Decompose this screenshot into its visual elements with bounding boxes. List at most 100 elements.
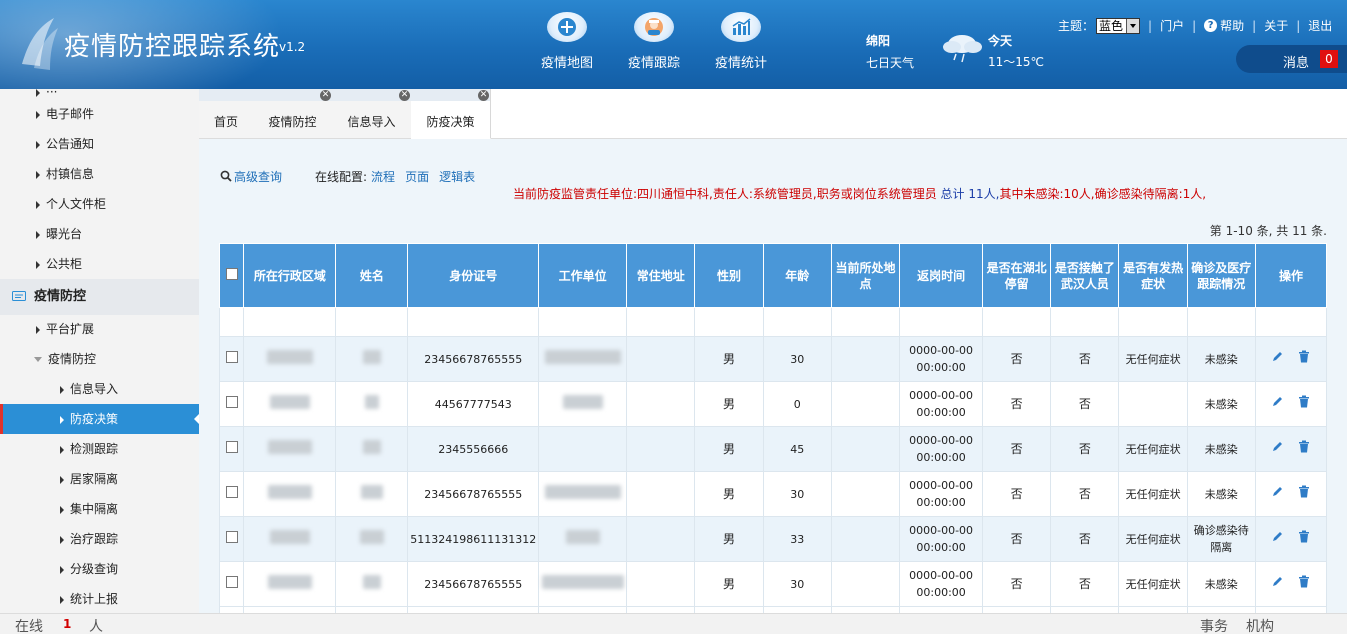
trash-icon[interactable] [1298, 395, 1310, 408]
filter-cell[interactable] [762, 307, 832, 337]
column-header[interactable]: 身份证号 [407, 243, 540, 308]
filter-cell[interactable] [1186, 307, 1256, 337]
column-header[interactable]: 工作单位 [538, 243, 628, 308]
week-weather-link[interactable]: 七日天气 [866, 54, 914, 71]
sidebar-subitem-import[interactable]: 信息导入 [0, 374, 199, 404]
message-button[interactable]: 消息 0 [1236, 45, 1347, 73]
wuhan-contact-cell: 否 [1050, 336, 1120, 382]
column-header[interactable]: 姓名 [335, 243, 409, 308]
filter-cell[interactable] [899, 307, 984, 337]
edit-icon[interactable] [1271, 530, 1284, 543]
sidebar-group-epidemic[interactable]: 疫情防控 [0, 279, 199, 315]
sidebar-subitem-treatment[interactable]: 治疗跟踪 [0, 524, 199, 554]
sidebar-item-public-files[interactable]: 公共柜 [0, 249, 199, 279]
edit-icon[interactable] [1271, 440, 1284, 453]
column-header[interactable]: 是否在湖北停留 [982, 243, 1052, 308]
table-row[interactable]: 44567777543 男 0 0000-00-00 00:00:00 否否 未感染 [218, 381, 1328, 427]
filter-cell[interactable] [407, 307, 540, 337]
column-header[interactable]: 常住地址 [626, 243, 696, 308]
help-link[interactable]: 帮助 [1220, 17, 1244, 34]
edit-icon[interactable] [1271, 575, 1284, 588]
table-row[interactable]: 23456678765555 男 30 0000-00-00 00:00:00 否否无任何… [218, 561, 1328, 607]
tab-info-import[interactable]: ✕ 信息导入 [332, 89, 412, 138]
table-row[interactable]: 2345556666 男 45 0000-00-00 00:00:00 否否无任何症状 未感… [218, 426, 1328, 472]
trash-icon[interactable] [1298, 440, 1310, 453]
about-link[interactable]: 关于 [1264, 17, 1288, 34]
portal-link[interactable]: 门户 [1160, 17, 1184, 34]
row-checkbox[interactable] [225, 350, 238, 363]
affairs-link[interactable]: 事务 [1200, 616, 1228, 636]
sidebar-item-epidemic-control[interactable]: 疫情防控 [0, 344, 199, 374]
org-link[interactable]: 机构 [1246, 616, 1274, 636]
close-icon[interactable]: ✕ [399, 90, 410, 101]
filter-cell[interactable] [830, 307, 901, 337]
sidebar-subitem-report[interactable]: 统计上报 [0, 584, 199, 613]
column-header[interactable]: 年龄 [762, 243, 832, 308]
tab-home[interactable]: 首页 [199, 89, 254, 138]
row-checkbox[interactable] [225, 530, 238, 543]
search-icon [220, 170, 232, 182]
config-flow-link[interactable]: 流程 [371, 170, 395, 184]
filter-cell[interactable] [243, 307, 337, 337]
column-header[interactable]: 所在行政区域 [243, 243, 337, 308]
close-icon[interactable]: ✕ [478, 90, 489, 101]
edit-icon[interactable] [1271, 350, 1284, 363]
column-header[interactable]: 是否接触了武汉人员 [1050, 243, 1120, 308]
sidebar-subitem-grade-query[interactable]: 分级查询 [0, 554, 199, 584]
edit-icon[interactable] [1271, 395, 1284, 408]
sidebar-item-village[interactable]: 村镇信息 [0, 159, 199, 189]
topnav-epidemic-tracking[interactable]: 疫情跟踪 [614, 12, 694, 71]
tab-decision[interactable]: ✕ 防疫决策 [411, 89, 491, 139]
sidebar-item-notice[interactable]: 公告通知 [0, 129, 199, 159]
tab-epidemic-control[interactable]: ✕ 疫情防控 [253, 89, 333, 138]
id-number-cell: 2345556666 [407, 426, 540, 472]
row-checkbox[interactable] [225, 485, 238, 498]
topnav-epidemic-map[interactable]: 疫情地图 [527, 12, 607, 71]
top-links: 主题： 蓝色 | 门户 | ? 帮助 | 关于 | 退出 [1058, 17, 1332, 34]
column-header[interactable]: 当前所处地点 [830, 243, 901, 308]
trash-icon[interactable] [1298, 350, 1310, 363]
sidebar-item-email[interactable]: 电子邮件 [0, 99, 199, 129]
help-icon[interactable]: ? [1204, 19, 1218, 32]
logout-link[interactable]: 退出 [1308, 17, 1332, 34]
row-checkbox[interactable] [225, 575, 238, 588]
filter-cell[interactable] [694, 307, 764, 337]
table-row[interactable]: 23456678765555 男 30 0000-00-00 00:00:00 否否无任何… [218, 471, 1328, 517]
topnav-epidemic-statistics[interactable]: 疫情统计 [701, 12, 781, 71]
filter-cell[interactable] [626, 307, 696, 337]
sidebar-group-label: 疫情防控 [34, 289, 87, 304]
column-header[interactable]: 确诊及医疗跟踪情况 [1186, 243, 1256, 308]
trash-icon[interactable] [1298, 530, 1310, 543]
column-header[interactable]: 性别 [694, 243, 764, 308]
sidebar-subitem-home-isolation[interactable]: 居家隔离 [0, 464, 199, 494]
row-checkbox[interactable] [225, 395, 238, 408]
advanced-search-link[interactable]: 高级查询 [220, 168, 282, 185]
filter-cell[interactable] [538, 307, 628, 337]
sidebar-item-platform[interactable]: 平台扩展 [0, 314, 199, 344]
sidebar-item-exposure[interactable]: 曝光台 [0, 219, 199, 249]
trash-icon[interactable] [1298, 575, 1310, 588]
edit-icon[interactable] [1271, 485, 1284, 498]
column-header[interactable]: 是否有发热症状 [1118, 243, 1188, 308]
table-row[interactable]: 511324198611131312 男 33 0000-00-00 00:00:00 否… [218, 516, 1328, 562]
filter-cell[interactable] [335, 307, 409, 337]
actions-cell [1254, 516, 1328, 562]
row-checkbox[interactable] [225, 440, 238, 453]
sidebar-subitem-decision[interactable]: 防疫决策 [0, 404, 199, 434]
sidebar-subitem-central-isolation[interactable]: 集中隔离 [0, 494, 199, 524]
theme-select[interactable]: 蓝色 [1096, 17, 1141, 34]
filter-cell[interactable] [982, 307, 1052, 337]
return-time-cell: 0000-00-00 00:00:00 [899, 516, 984, 562]
filter-cell[interactable] [1050, 307, 1120, 337]
sidebar-subitem-testing[interactable]: 检测跟踪 [0, 434, 199, 464]
filter-cell[interactable] [1118, 307, 1188, 337]
sidebar-item-personal-files[interactable]: 个人文件柜 [0, 189, 199, 219]
config-page-link[interactable]: 页面 [405, 170, 429, 184]
config-logic-table-link[interactable]: 逻辑表 [439, 170, 475, 184]
trash-icon[interactable] [1298, 485, 1310, 498]
column-header[interactable]: 返岗时间 [899, 243, 984, 308]
select-all-checkbox[interactable] [225, 267, 238, 280]
table-row[interactable]: 23456678765555 男 30 0000-00-00 00:00:00 否否无任何… [218, 336, 1328, 382]
close-icon[interactable]: ✕ [320, 90, 331, 101]
triangle-right-icon [60, 475, 64, 484]
